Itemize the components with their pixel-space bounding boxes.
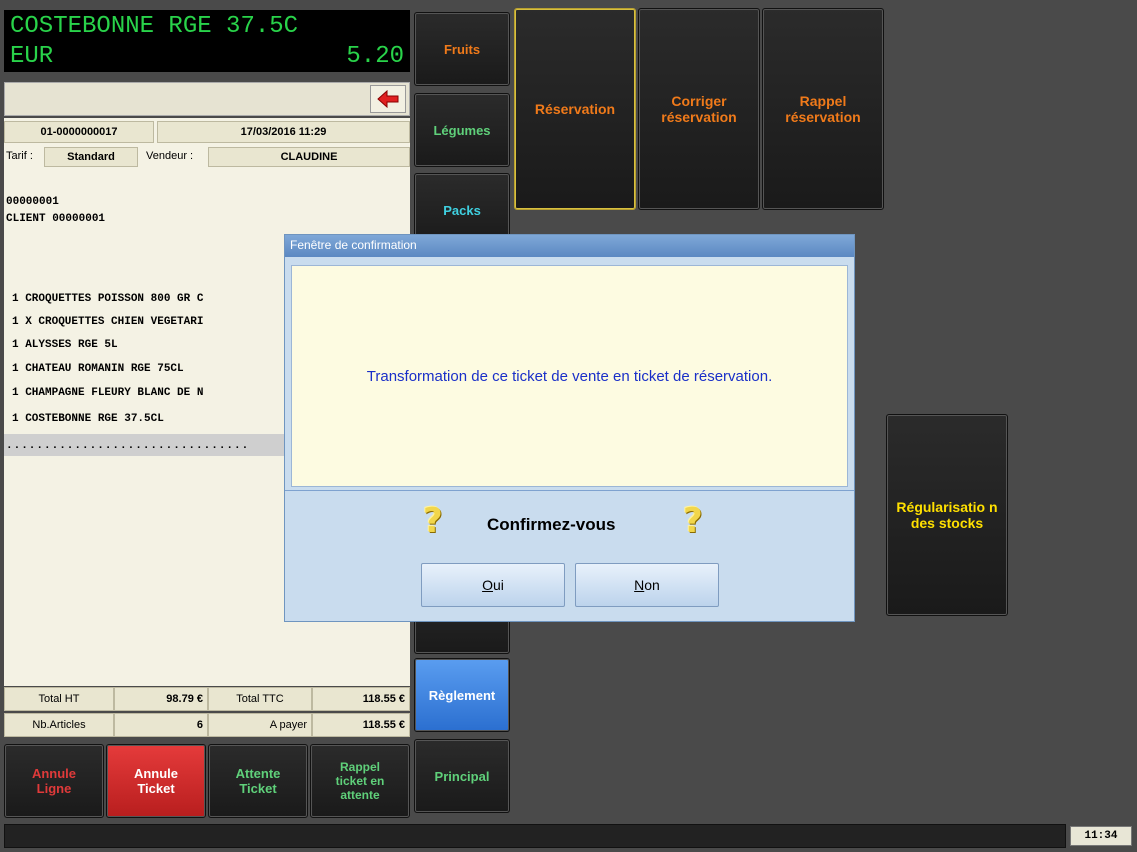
separator-dots: ................................	[6, 440, 250, 452]
question-mark-icon: ?	[423, 501, 443, 541]
status-bar	[4, 824, 1066, 848]
client-name: CLIENT 00000001	[6, 213, 106, 225]
regularisation-stocks-button[interactable]: Régularisatio n des stocks	[886, 414, 1008, 616]
nb-articles-label: Nb.Articles	[4, 713, 114, 737]
dialog-message-area: Transformation de ce ticket de vente en …	[291, 265, 848, 487]
category-fruits[interactable]: Fruits	[414, 12, 510, 86]
corriger-reservation-button[interactable]: Corriger réservation	[638, 8, 760, 210]
reglement-button[interactable]: Règlement	[414, 658, 510, 732]
question-mark-icon: ?	[683, 501, 703, 541]
non-label: on	[644, 577, 660, 593]
annule-ticket-button[interactable]: Annule Ticket	[106, 744, 206, 818]
non-accelerator: N	[634, 577, 645, 593]
total-ttc-value: 118.55 €	[312, 687, 410, 711]
price-display: COSTEBONNE RGE 37.5C EUR 5.20	[4, 10, 410, 72]
clock: 11:34	[1070, 826, 1132, 846]
a-payer-value: 118.55 €	[312, 713, 410, 737]
dialog-separator	[285, 490, 854, 491]
ticket-line[interactable]: 1 CROQUETTES POISSON 800 GR C	[12, 293, 203, 305]
client-code: 00000001	[6, 196, 59, 208]
ticket-line[interactable]: 1 ALYSSES RGE 5L	[12, 339, 118, 351]
tarif-label: Tarif :	[6, 150, 33, 162]
vendeur-value: CLAUDINE	[208, 147, 410, 167]
confirmation-dialog: Fenêtre de confirmation Transformation d…	[284, 234, 855, 622]
total-ht-label: Total HT	[4, 687, 114, 711]
ticket-number: 01-0000000017	[4, 121, 154, 143]
arrow-left-icon	[377, 90, 399, 108]
oui-label: ui	[492, 577, 504, 593]
annule-ligne-button[interactable]: Annule Ligne	[4, 744, 104, 818]
backspace-button[interactable]	[370, 85, 406, 113]
category-legumes[interactable]: Légumes	[414, 93, 510, 167]
ticket-line[interactable]: 1 X CROQUETTES CHIEN VEGETARI	[12, 316, 203, 328]
reservation-button[interactable]: Réservation	[514, 8, 636, 210]
dialog-message: Transformation de ce ticket de vente en …	[366, 367, 773, 385]
ticket-line[interactable]: 1 CHATEAU ROMANIN RGE 75CL	[12, 363, 184, 375]
total-ttc-label: Total TTC	[208, 687, 312, 711]
ticket-line[interactable]: 1 CHAMPAGNE FLEURY BLANC DE N	[12, 387, 203, 399]
rappel-reservation-button[interactable]: Rappel réservation	[762, 8, 884, 210]
tarif-value: Standard	[44, 147, 138, 167]
dialog-title: Fenêtre de confirmation	[285, 235, 854, 257]
barcode-input[interactable]	[4, 82, 410, 116]
oui-button[interactable]: Oui	[421, 563, 565, 607]
non-button[interactable]: Non	[575, 563, 719, 607]
ticket-line[interactable]: 1 COSTEBONNE RGE 37.5CL	[12, 413, 164, 425]
total-ht-value: 98.79 €	[114, 687, 208, 711]
vendeur-label: Vendeur :	[146, 150, 194, 162]
display-article-name: COSTEBONNE RGE 37.5C	[10, 13, 299, 40]
nb-articles-value: 6	[114, 713, 208, 737]
attente-ticket-button[interactable]: Attente Ticket	[208, 744, 308, 818]
a-payer-label: A payer	[208, 713, 312, 737]
display-price: 5.20	[346, 43, 404, 70]
rappel-ticket-button[interactable]: Rappel ticket en attente	[310, 744, 410, 818]
principal-button[interactable]: Principal	[414, 739, 510, 813]
dialog-question: Confirmez-vous	[487, 515, 616, 534]
oui-accelerator: O	[482, 577, 493, 593]
ticket-datetime: 17/03/2016 11:29	[157, 121, 410, 143]
